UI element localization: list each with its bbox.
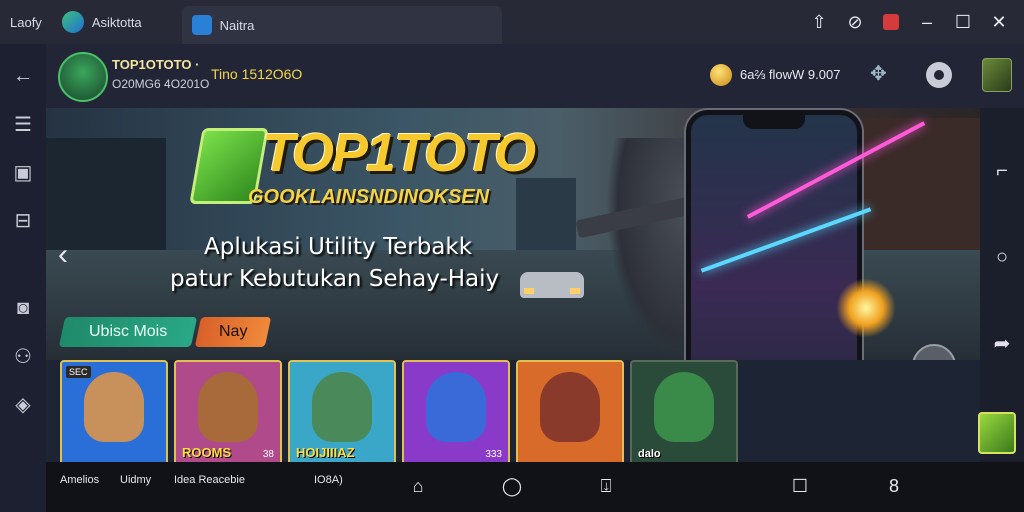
game-cards-row: SEC ROOMS 38 HOIJIIIAZ 333 dalo [46,360,1016,466]
chevron-left-icon[interactable]: ‹ [58,238,68,272]
character-portrait [84,372,144,442]
balance-readout: 6a⅔ flowW 9.007 [740,67,841,82]
car [520,272,584,298]
left-sidebar: ← ☰ ▣ ⊟ ◙ ⚇ ◈ [0,44,46,512]
update-icon[interactable]: ⇧ [804,7,834,37]
character-portrait [198,372,258,442]
window-controls: ⇧ ⊘ – ☐ ✕ [804,0,1014,44]
character-portrait [540,372,600,442]
screenshot-icon[interactable]: ▣ [0,148,46,196]
circle-nav-icon[interactable]: ◯ [500,474,524,498]
secondary-chip-button[interactable]: Nay [194,317,272,347]
maximize-icon[interactable]: ☐ [948,7,978,37]
avatar[interactable] [58,52,108,102]
app-subtitle: O20MG6 4O201O [112,77,210,91]
window-titlebar: Laofy Asiktotta Naitra ⇧ ⊘ – ☐ ✕ [0,0,1024,44]
game-card[interactable]: HOIJIIIAZ [288,360,396,466]
explosion [836,278,896,338]
link-icon[interactable]: ⊘ [840,7,870,37]
people-icon[interactable]: ⚇ [0,332,46,380]
primary-chip-button[interactable]: Ubisc Mois [58,317,198,347]
folder-icon[interactable]: ⊟ [0,196,46,244]
banner-tagline-line2: patur Kebutukan Sehay-Haiy [170,266,500,292]
banner-logo: TOP1TOTO [262,123,536,183]
record-icon[interactable] [876,7,906,37]
phone-mockup [686,110,862,360]
nav-label[interactable]: Amelios [60,474,99,486]
gamepad-icon[interactable]: 8 [882,474,906,498]
resize-icon[interactable]: ⌐ [980,148,1024,194]
side-thumbnail[interactable] [978,412,1016,454]
tab-label: Asiktotta [91,14,142,30]
download-icon[interactable]: ⍗ [594,474,618,498]
game-card[interactable]: 333 [402,360,510,466]
game-card[interactable]: SEC [60,360,168,466]
character-portrait [654,372,714,442]
tab-label: Laofy [10,14,42,30]
banner-tagline-line1: Aplukasi Utility Terbakk [204,234,473,260]
tab-laofy[interactable]: Laofy [0,0,52,44]
app-icon [191,15,212,35]
game-card[interactable] [516,360,624,466]
back-icon[interactable]: ← [0,52,46,100]
phone-notch [743,115,805,129]
time-readout: Tino 1512O6O [211,66,303,82]
card-tag: SEC [66,366,91,378]
card-name: dalo [638,448,661,460]
banner-logo-subtitle: GOOKLAINSNDINOKSEN [248,186,490,208]
card-number: 38 [262,449,274,460]
card-name: ROOMS [182,445,232,460]
settings-icon[interactable] [926,62,952,88]
minimize-icon[interactable]: – [912,7,942,37]
camera-icon[interactable]: ◙ [0,284,46,332]
bottom-navbar: Amelios Uidmy Idea Reacebie IO8A) ⌂ ◯ ⍗ … [46,462,1024,512]
close-icon[interactable]: ✕ [984,7,1014,37]
coin-icon [710,64,732,86]
tab-naitra[interactable]: Naitra [181,6,502,44]
card-number: 333 [485,449,502,460]
character-portrait [312,372,372,442]
nav-label[interactable]: IO8A) [314,474,343,486]
game-thumbnail[interactable] [982,58,1012,92]
hero-banner[interactable]: TOP1TOTO GOOKLAINSNDINOKSEN Aplukasi Uti… [46,108,980,360]
app-title: TOP1OTOTO · [112,57,200,72]
chip-label: Ubisc Mois [88,323,168,340]
square-icon[interactable]: ☐ [788,474,812,498]
tab-asiktotta[interactable]: Asiktotta [52,0,152,44]
home-icon[interactable]: ⌂ [406,474,430,498]
card-name: HOIJIIIAZ [296,445,355,460]
game-card[interactable]: dalo [630,360,738,466]
character-portrait [426,372,486,442]
app-icon [61,11,84,33]
tab-label: Naitra [219,17,255,33]
nav-label[interactable]: Uidmy [120,474,151,486]
game-card[interactable]: ROOMS 38 [174,360,282,466]
nav-label[interactable]: Idea Reacebie [174,474,245,486]
right-sidebar: ⌐ ○ ➦ [980,108,1024,460]
circle-icon[interactable]: ○ [980,234,1024,280]
app-header: TOP1OTOTO · O20MG6 4O201O Tino 1512O6O 6… [46,44,1024,109]
tools-icon[interactable]: ✥ [870,61,896,87]
chip-label: Nay [218,323,248,340]
location-icon[interactable]: ◈ [0,380,46,428]
menu-icon[interactable]: ☰ [0,100,46,148]
share-icon[interactable]: ➦ [980,320,1024,366]
